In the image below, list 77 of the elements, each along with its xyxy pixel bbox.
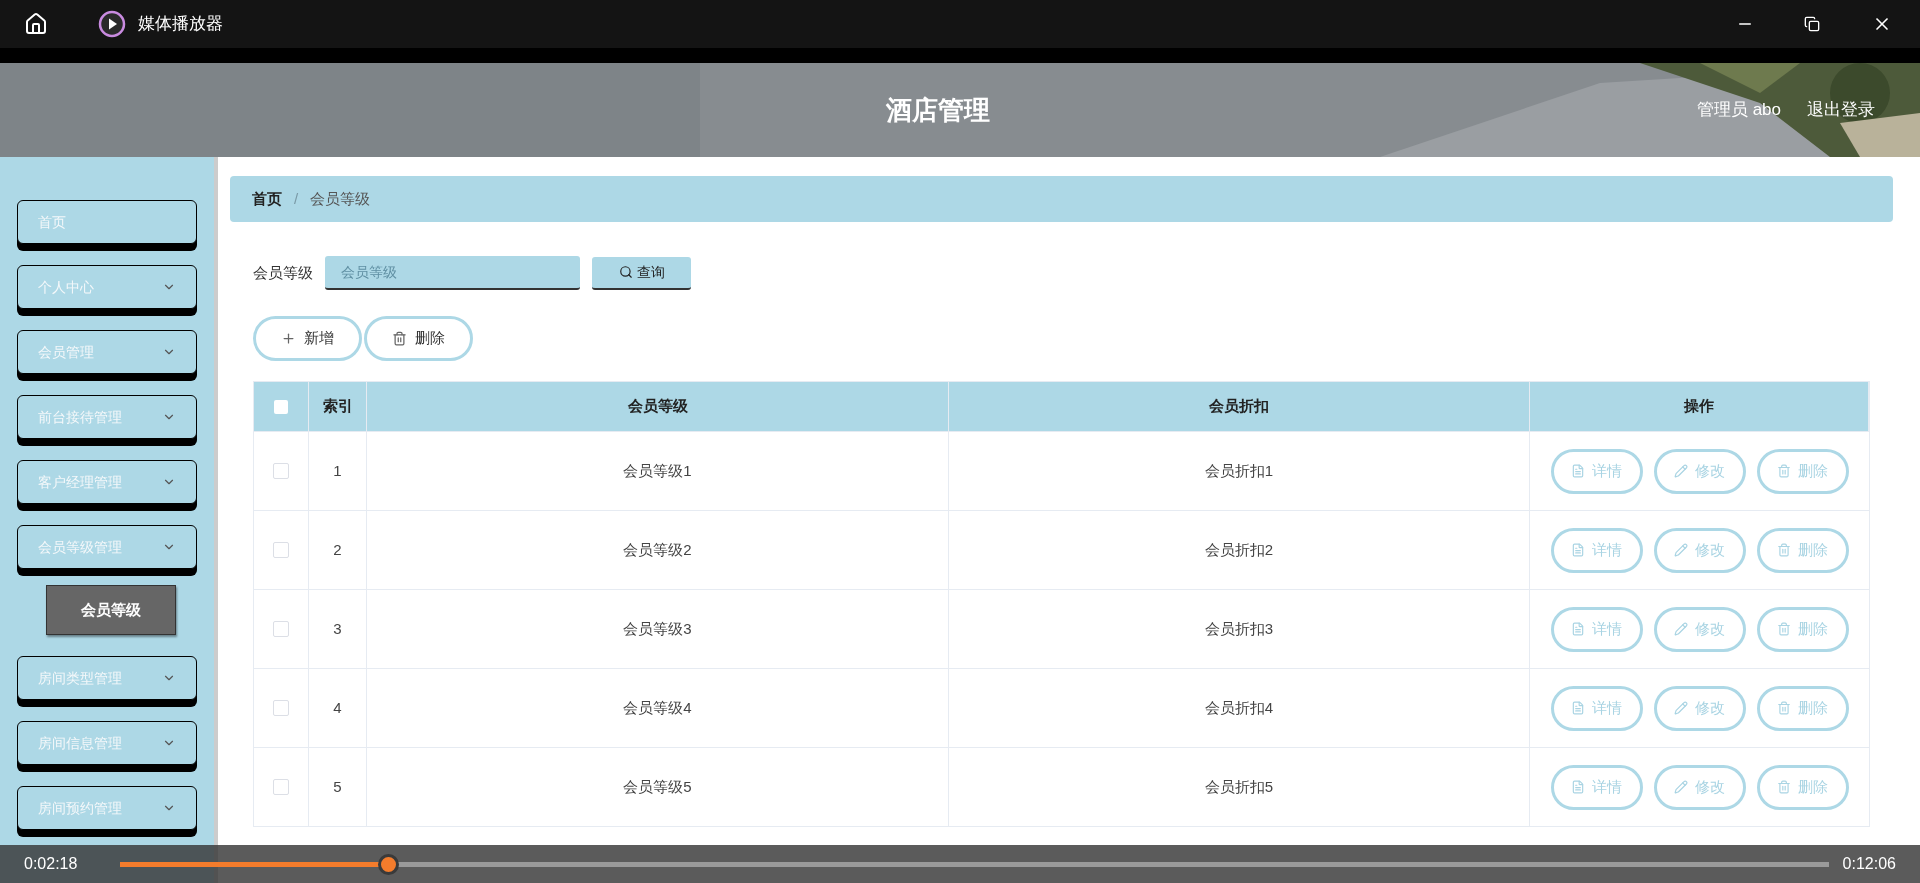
pencil-icon [1674, 464, 1688, 478]
trash-icon [1777, 464, 1791, 478]
table-cell: 会员等级3 [367, 590, 949, 668]
pencil-icon [1674, 780, 1688, 794]
document-icon [1571, 464, 1585, 478]
table-cell: 会员折扣1 [949, 432, 1530, 510]
row-checkbox[interactable] [273, 621, 289, 637]
logout-link[interactable]: 退出登录 [1807, 97, 1875, 123]
home-icon[interactable] [24, 12, 48, 36]
breadcrumb-separator: / [294, 188, 299, 209]
trash-icon [1777, 622, 1791, 636]
elapsed-time: 0:02:18 [24, 854, 79, 874]
row-checkbox[interactable] [273, 700, 289, 716]
search-label: 会员等级 [253, 262, 313, 283]
document-icon [1571, 701, 1585, 715]
pencil-icon [1674, 543, 1688, 557]
edit-button[interactable]: 修改 [1653, 448, 1746, 494]
column-header: 会员折扣 [949, 382, 1530, 431]
row-checkbox[interactable] [273, 542, 289, 558]
edit-button[interactable]: 修改 [1653, 606, 1746, 652]
column-header: 操作 [1530, 382, 1869, 431]
trash-icon [1777, 780, 1791, 794]
total-time: 0:12:06 [1842, 854, 1896, 874]
delete-button[interactable]: 删除 [1756, 685, 1849, 731]
edit-button[interactable]: 修改 [1653, 685, 1746, 731]
plus-icon [281, 331, 296, 346]
table-cell: 5 [309, 748, 367, 826]
progress-handle[interactable] [378, 853, 400, 875]
delete-button[interactable]: 删除 [1756, 527, 1849, 573]
table-cell: 会员等级5 [367, 748, 949, 826]
column-header: 会员等级 [367, 382, 949, 431]
table-cell: 会员等级1 [367, 432, 949, 510]
details-button[interactable]: 详情 [1550, 448, 1643, 494]
delete-button[interactable]: 删除 [1756, 764, 1849, 810]
search-field[interactable]: 会员等级 [325, 256, 580, 290]
table-cell: 4 [309, 669, 367, 747]
table-cell: 会员折扣5 [949, 748, 1530, 826]
edit-button[interactable]: 修改 [1653, 527, 1746, 573]
trash-icon [1777, 543, 1791, 557]
table-cell: 会员折扣3 [949, 590, 1530, 668]
document-icon [1571, 780, 1585, 794]
select-all-checkbox[interactable] [274, 399, 288, 414]
table-cell: 3 [309, 590, 367, 668]
window-title: 媒体播放器 [138, 13, 223, 36]
table-cell: 会员折扣4 [949, 669, 1530, 747]
search-button[interactable]: 查询 [592, 256, 691, 290]
app-title: 酒店管理 [885, 93, 990, 127]
submenu-item[interactable]: 会员等级 [46, 585, 176, 635]
pencil-icon [1674, 622, 1688, 636]
search-icon [618, 265, 633, 279]
edit-button[interactable]: 修改 [1653, 764, 1746, 810]
progress-track[interactable] [120, 853, 1829, 875]
add-button[interactable]: 新增 [253, 316, 362, 361]
table-cell: 2 [309, 511, 367, 589]
breadcrumb-link[interactable]: 会员等级 [310, 187, 371, 211]
breadcrumb-link[interactable]: 首页 [252, 187, 282, 211]
delete-button[interactable]: 删除 [364, 316, 473, 361]
details-button[interactable]: 详情 [1550, 527, 1643, 573]
table-cell: 1 [309, 432, 367, 510]
delete-button[interactable]: 删除 [1756, 606, 1849, 652]
table-cell: 会员折扣2 [949, 511, 1530, 589]
document-icon [1571, 622, 1585, 636]
pencil-icon [1674, 701, 1688, 715]
row-checkbox[interactable] [273, 779, 289, 795]
trash-icon [1777, 701, 1791, 715]
row-checkbox[interactable] [273, 463, 289, 479]
play-icon [98, 10, 126, 38]
column-header: 索引 [309, 382, 367, 431]
trash-icon [392, 331, 407, 346]
details-button[interactable]: 详情 [1550, 764, 1643, 810]
delete-button[interactable]: 删除 [1756, 448, 1849, 494]
table-cell: 会员等级2 [367, 511, 949, 589]
document-icon [1571, 543, 1585, 557]
table-cell: 会员等级4 [367, 669, 949, 747]
restore-icon[interactable] [1804, 16, 1820, 32]
details-button[interactable]: 详情 [1550, 685, 1643, 731]
details-button[interactable]: 详情 [1550, 606, 1643, 652]
